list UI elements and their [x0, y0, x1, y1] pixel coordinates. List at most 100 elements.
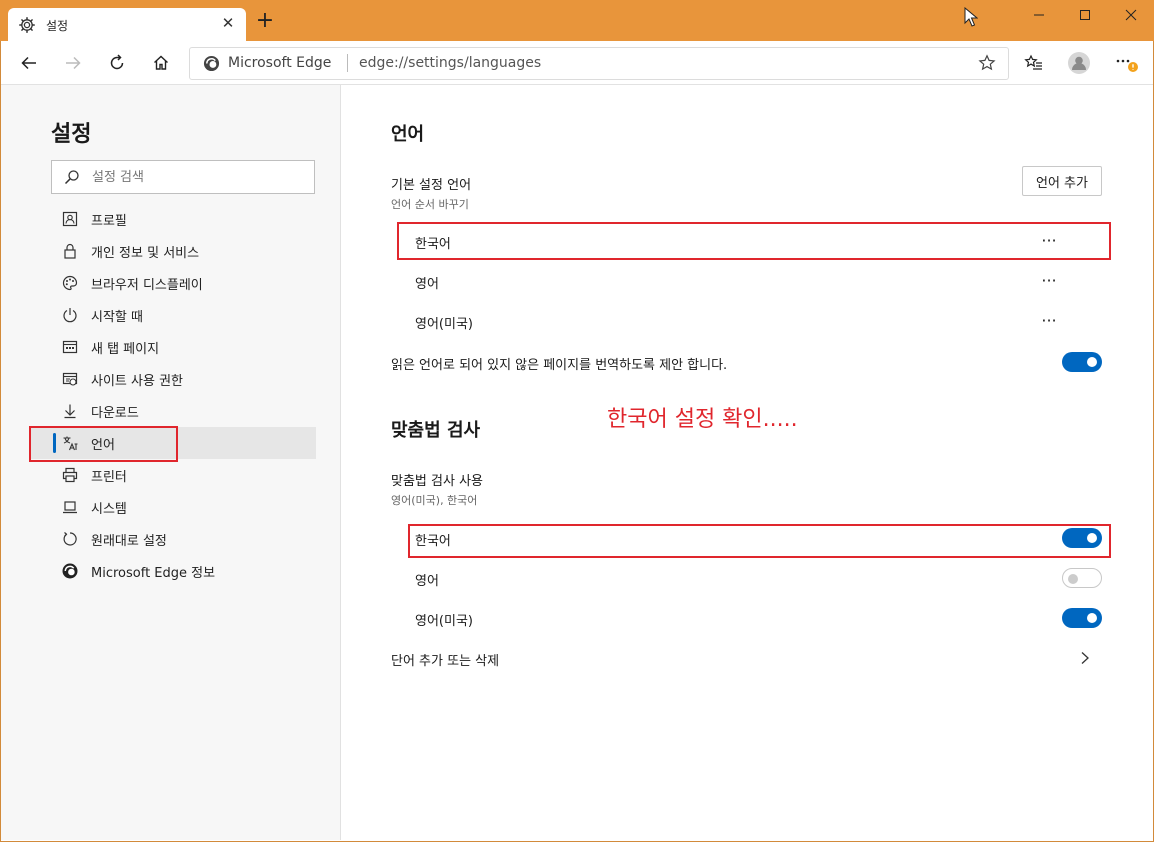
address-site-label: Microsoft Edge — [228, 55, 332, 71]
custom-words-row[interactable]: 단어 추가 또는 삭제 — [391, 642, 1091, 674]
sidebar-item-label: 브라우저 디스플레이 — [91, 278, 203, 293]
language-name: 영어 — [415, 574, 439, 589]
settings-main: 언어 기본 설정 언어 언어 순서 바꾸기 언어 추가 한국어 ··· 영어 ·… — [341, 85, 1153, 840]
new-tab-page-icon — [62, 340, 78, 354]
tab-settings[interactable]: 설정 ✕ — [8, 8, 246, 41]
close-window-button[interactable] — [1108, 0, 1154, 30]
sidebar-item-label: 시스템 — [91, 502, 127, 517]
language-name: 영어 — [415, 277, 439, 292]
sidebar-item-new-tab-page[interactable]: 새 탭 페이지 — [29, 331, 316, 363]
custom-words-label: 단어 추가 또는 삭제 — [391, 654, 500, 669]
favorites-button[interactable] — [1019, 48, 1049, 78]
address-bar[interactable]: Microsoft Edge edge://settings/languages — [189, 47, 1009, 80]
home-icon — [154, 55, 168, 70]
arrow-left-icon — [21, 56, 36, 70]
address-url[interactable]: edge://settings/languages — [359, 55, 541, 71]
refresh-icon — [110, 54, 124, 70]
refresh-button[interactable] — [102, 48, 132, 78]
browser-toolbar: Microsoft Edge edge://settings/languages — [1, 41, 1153, 85]
highlight-box-korean-spellcheck — [408, 524, 1111, 558]
settings-search-box[interactable] — [51, 160, 315, 194]
sidebar-item-label: Microsoft Edge 정보 — [91, 566, 216, 581]
spellcheck-language-row: 영어(미국) — [415, 602, 1063, 634]
sidebar-item-label: 새 탭 페이지 — [91, 342, 160, 357]
sidebar-item-appearance[interactable]: 브라우저 디스플레이 — [29, 267, 316, 299]
tab-title: 설정 — [46, 19, 69, 33]
toggle-knob — [1087, 357, 1097, 367]
sidebar-title: 설정 — [51, 122, 92, 147]
maximize-button[interactable] — [1062, 0, 1108, 30]
sidebar-item-downloads[interactable]: 다운로드 — [29, 395, 316, 427]
sidebar-nav: 프로필 개인 정보 및 서비스 브라우저 디스플레이 시작할 때 새 탭 페이지… — [29, 203, 316, 587]
profile-button[interactable] — [1064, 48, 1094, 78]
title-bar: 설정 ✕ + — [0, 0, 1154, 41]
more-options-icon[interactable]: ··· — [1035, 267, 1063, 293]
sidebar-item-reset[interactable]: 원래대로 설정 — [29, 523, 316, 555]
palette-icon — [62, 275, 78, 291]
spellcheck-enable-title: 맞춤법 검사 사용 — [391, 474, 483, 489]
toggle-knob — [1068, 574, 1078, 584]
spellcheck-toggle-english-us[interactable] — [1062, 608, 1102, 628]
settings-more-button[interactable] — [1111, 48, 1141, 78]
more-options-icon[interactable]: ··· — [1035, 307, 1063, 333]
language-name: 영어(미국) — [415, 317, 473, 332]
tab-close-icon[interactable]: ✕ — [218, 14, 238, 32]
laptop-icon — [63, 501, 77, 514]
sidebar-item-privacy[interactable]: 개인 정보 및 서비스 — [29, 235, 316, 267]
download-icon — [64, 404, 76, 419]
languages-heading: 언어 — [391, 124, 425, 145]
printer-icon — [62, 467, 78, 483]
edge-logo-icon — [62, 563, 78, 579]
search-icon — [64, 170, 79, 185]
toggle-knob — [1087, 613, 1097, 623]
preferred-languages-subtitle: 언어 순서 바꾸기 — [391, 198, 469, 211]
lock-icon — [64, 243, 76, 259]
language-name: 영어(미국) — [415, 614, 473, 629]
sidebar-item-label: 사이트 사용 권한 — [91, 374, 183, 389]
spellcheck-heading: 맞춤법 검사 — [391, 420, 481, 441]
arrow-right-icon — [66, 56, 81, 70]
favorite-star-icon[interactable] — [978, 54, 996, 72]
reset-icon — [63, 532, 77, 546]
spellcheck-language-row: 영어 — [415, 562, 1063, 594]
offer-translate-toggle[interactable] — [1062, 352, 1102, 372]
forward-button[interactable] — [58, 48, 88, 78]
preferred-language-row[interactable]: 영어 ··· — [415, 265, 1063, 297]
annotation-text: 한국어 설정 확인..... — [607, 407, 798, 432]
chevron-right-icon — [1081, 652, 1089, 664]
sidebar-item-label: 프로필 — [91, 214, 127, 229]
profile-icon — [62, 211, 78, 227]
sidebar-item-label: 원래대로 설정 — [91, 534, 167, 549]
highlight-box-languages-nav — [29, 426, 178, 462]
sidebar-item-site-permissions[interactable]: 사이트 사용 권한 — [29, 363, 316, 395]
add-language-button[interactable]: 언어 추가 — [1022, 166, 1102, 196]
sidebar-item-label: 다운로드 — [91, 406, 139, 421]
power-icon — [63, 308, 77, 323]
sidebar-item-on-startup[interactable]: 시작할 때 — [29, 299, 316, 331]
spellcheck-toggle-english[interactable] — [1062, 568, 1102, 588]
edge-logo-icon — [203, 55, 220, 72]
settings-sidebar: 설정 프로필 개인 정보 및 서비스 브라우저 디스플레이 시작할 때 새 탭 … — [1, 85, 341, 840]
home-button[interactable] — [146, 48, 176, 78]
sidebar-item-label: 프린터 — [91, 470, 127, 485]
new-tab-button[interactable]: + — [254, 10, 276, 32]
site-permissions-icon — [62, 372, 78, 386]
sidebar-item-label: 개인 정보 및 서비스 — [91, 246, 200, 261]
minimize-button[interactable] — [1016, 0, 1062, 30]
favorites-list-icon — [1024, 54, 1042, 70]
mouse-cursor-icon — [964, 7, 978, 27]
sidebar-item-system[interactable]: 시스템 — [29, 491, 316, 523]
search-input[interactable] — [90, 162, 309, 192]
minimize-icon — [1034, 14, 1044, 16]
preferred-language-row[interactable]: 영어(미국) ··· — [415, 305, 1063, 337]
offer-translate-label: 읽은 언어로 되어 있지 않은 페이지를 번역하도록 제안 합니다. — [391, 358, 728, 373]
gear-icon — [19, 17, 35, 33]
spellcheck-enable-subtitle: 영어(미국), 한국어 — [391, 494, 478, 507]
preferred-languages-title: 기본 설정 언어 — [391, 178, 472, 193]
sidebar-item-about[interactable]: Microsoft Edge 정보 — [29, 555, 316, 587]
sidebar-item-profile[interactable]: 프로필 — [29, 203, 316, 235]
sidebar-item-printers[interactable]: 프린터 — [29, 459, 316, 491]
maximize-icon — [1080, 10, 1090, 20]
back-button[interactable] — [14, 48, 44, 78]
close-icon — [1125, 9, 1137, 21]
